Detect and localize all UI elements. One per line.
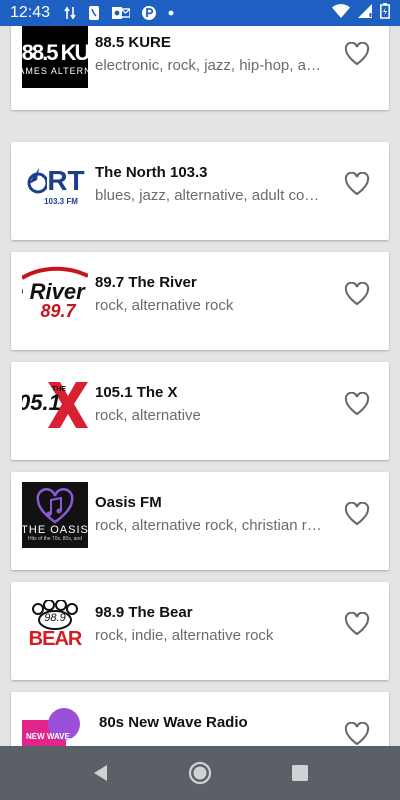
heart-icon[interactable]: [344, 42, 370, 66]
station-card[interactable]: THE OASIS Hits of the 70s, 80s, and Oasi…: [11, 472, 389, 570]
station-card[interactable]: NEW WAVE 80s New Wave Radio: [11, 692, 389, 746]
station-genres: rock, alternative: [95, 407, 201, 424]
heart-icon[interactable]: [344, 722, 370, 746]
station-name: 105.1 The X: [95, 384, 178, 401]
station-name: 89.7 The River: [95, 274, 197, 291]
logo-subtext: Hits of the 70s, 80s, and: [28, 536, 82, 542]
logo-number: 98.9: [44, 611, 66, 624]
data-transfer-icon: [64, 6, 76, 20]
heart-icon[interactable]: [344, 282, 370, 306]
station-genres: rock, alternative rock: [95, 297, 234, 314]
wifi-icon: [332, 4, 350, 22]
recents-icon: [292, 765, 308, 781]
navigation-bar: [0, 746, 400, 800]
clock: 12:43: [10, 4, 51, 21]
station-card[interactable]: 98.9 BEAR 98.9 The Bear rock, indie, alt…: [11, 582, 389, 680]
cellular-signal-icon: [358, 4, 372, 22]
heart-icon[interactable]: [344, 502, 370, 526]
the-north-logo: RT 103.3 FM: [22, 152, 88, 218]
back-icon: [94, 765, 107, 781]
station-genres: electronic, rock, jazz, hip-hop, alterna…: [95, 57, 323, 74]
station-card[interactable]: 05.1 THE 105.1 The X rock, alternative: [11, 362, 389, 460]
battery-icon: [380, 3, 390, 23]
station-card[interactable]: e River 89.7 89.7 The River rock, altern…: [11, 252, 389, 350]
station-card[interactable]: 88.5 KU AMES ALTERN 88.5 KURE electronic…: [11, 26, 389, 110]
logo-number: 89.7: [40, 300, 76, 321]
oasis-fm-logo: THE OASIS Hits of the 70s, 80s, and: [22, 482, 88, 548]
outlook-icon: [112, 6, 131, 20]
dot-icon: [168, 10, 174, 16]
station-genres: rock, indie, alternative rock: [95, 627, 274, 644]
home-icon: [188, 761, 212, 785]
status-bar: 12:43: [0, 0, 400, 26]
station-list[interactable]: 88.5 KU AMES ALTERN 88.5 KURE electronic…: [0, 26, 400, 746]
the-river-logo: e River 89.7: [22, 262, 88, 328]
compass-icon: [27, 167, 48, 193]
station-card[interactable]: RT 103.3 FM The North 103.3 blues, jazz,…: [11, 142, 389, 240]
the-bear-logo: 98.9 BEAR: [22, 592, 88, 658]
logo-text: RT: [47, 164, 85, 196]
music-heart-icon: [36, 488, 74, 524]
station-name: 80s New Wave Radio: [99, 714, 248, 731]
kure-logo: 88.5 KU AMES ALTERN: [22, 26, 88, 88]
new-wave-logo: NEW WAVE: [22, 702, 88, 746]
p-icon: [142, 6, 157, 20]
station-genres: blues, jazz, alternative, adult contempo…: [95, 187, 323, 204]
heart-icon[interactable]: [344, 172, 370, 196]
station-genres: rock, alternative rock, christian rock: [95, 517, 323, 534]
station-name: 98.9 The Bear: [95, 604, 193, 621]
logo-text: THE OASIS: [22, 524, 88, 536]
logo-subtext: AMES ALTERN: [22, 66, 88, 76]
swoosh-icon: [22, 266, 88, 280]
logo-number: 05.1: [22, 390, 61, 415]
logo-the: THE: [52, 386, 66, 393]
logo-text: 88.5 KU: [22, 40, 88, 65]
logo-text: BEAR: [28, 627, 83, 650]
station-name: The North 103.3: [95, 164, 208, 181]
recents-button[interactable]: [288, 761, 312, 785]
the-x-logo: 05.1 THE: [22, 372, 88, 438]
station-name: Oasis FM: [95, 494, 162, 511]
logo-text: NEW WAVE: [26, 732, 70, 741]
logo-subtext: 103.3 FM: [44, 196, 78, 206]
heart-icon[interactable]: [344, 392, 370, 416]
home-button[interactable]: [188, 761, 212, 785]
back-button[interactable]: [88, 761, 112, 785]
heart-icon[interactable]: [344, 612, 370, 636]
station-name: 88.5 KURE: [95, 34, 171, 51]
phone-icon: [88, 5, 100, 21]
